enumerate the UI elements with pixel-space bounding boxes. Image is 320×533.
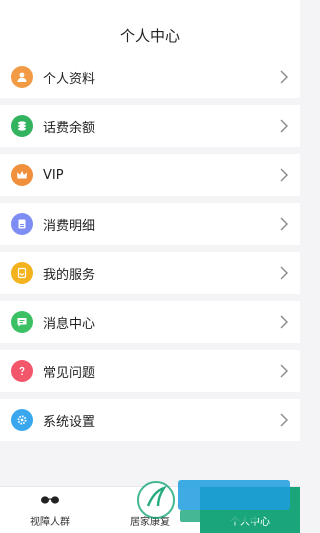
menu-item-vip[interactable]: VIP [0,154,300,196]
chevron-right-icon [280,168,288,182]
coins-icon [11,115,33,137]
menu-item-label: 我的服务 [43,267,96,283]
question-icon [11,360,33,382]
menu-item-label: 常见问题 [43,365,96,381]
menu-item-label: VIP [43,167,64,183]
menu-item-messages[interactable]: 消息中心 [0,301,300,343]
chevron-right-icon [280,217,288,231]
page-title: 个人中心 [119,26,180,45]
glasses-icon [40,491,60,509]
chevron-right-icon [280,266,288,280]
crown-icon [11,164,33,186]
menu-item-label: 个人资料 [43,71,96,87]
menu-item-label: 消息中心 [43,316,96,332]
service-icon [11,262,33,284]
tab-visually-impaired[interactable]: 视障人群 [0,487,100,533]
menu-item-label: 系统设置 [43,414,96,430]
tab-label: 居家康复 [130,517,170,528]
chevron-right-icon [280,315,288,329]
tab-home-rehab[interactable]: 居家康复 [100,487,200,533]
menu-item-balance[interactable]: 话费余额 [0,105,300,147]
chevron-right-icon [280,413,288,427]
tab-label: 个人中心 [230,517,270,528]
message-icon [11,311,33,333]
menu-item-label: 消费明细 [43,218,96,234]
top-bar: 个人中心 [0,0,300,57]
receipt-icon [11,213,33,235]
chevron-right-icon [280,70,288,84]
menu-item-services[interactable]: 我的服务 [0,252,300,294]
bottom-tab-bar: 视障人群 居家康复 个人中心 [0,486,300,533]
menu-item-settings[interactable]: 系统设置 [0,399,300,441]
settings-icon [11,409,33,431]
chevron-right-icon [280,364,288,378]
menu-item-consumption[interactable]: 消费明细 [0,203,300,245]
tab-label: 视障人群 [30,517,70,528]
tab-personal-center[interactable]: 个人中心 [200,487,300,533]
menu-list: 个人资料 话费余额 VIP 消费明细 我的服务 消息中心 常见问题 系统设置 [0,56,300,448]
menu-item-faq[interactable]: 常见问题 [0,350,300,392]
menu-item-label: 话费余额 [43,120,96,136]
user-icon [11,66,33,88]
menu-item-profile[interactable]: 个人资料 [0,56,300,98]
chevron-right-icon [280,119,288,133]
